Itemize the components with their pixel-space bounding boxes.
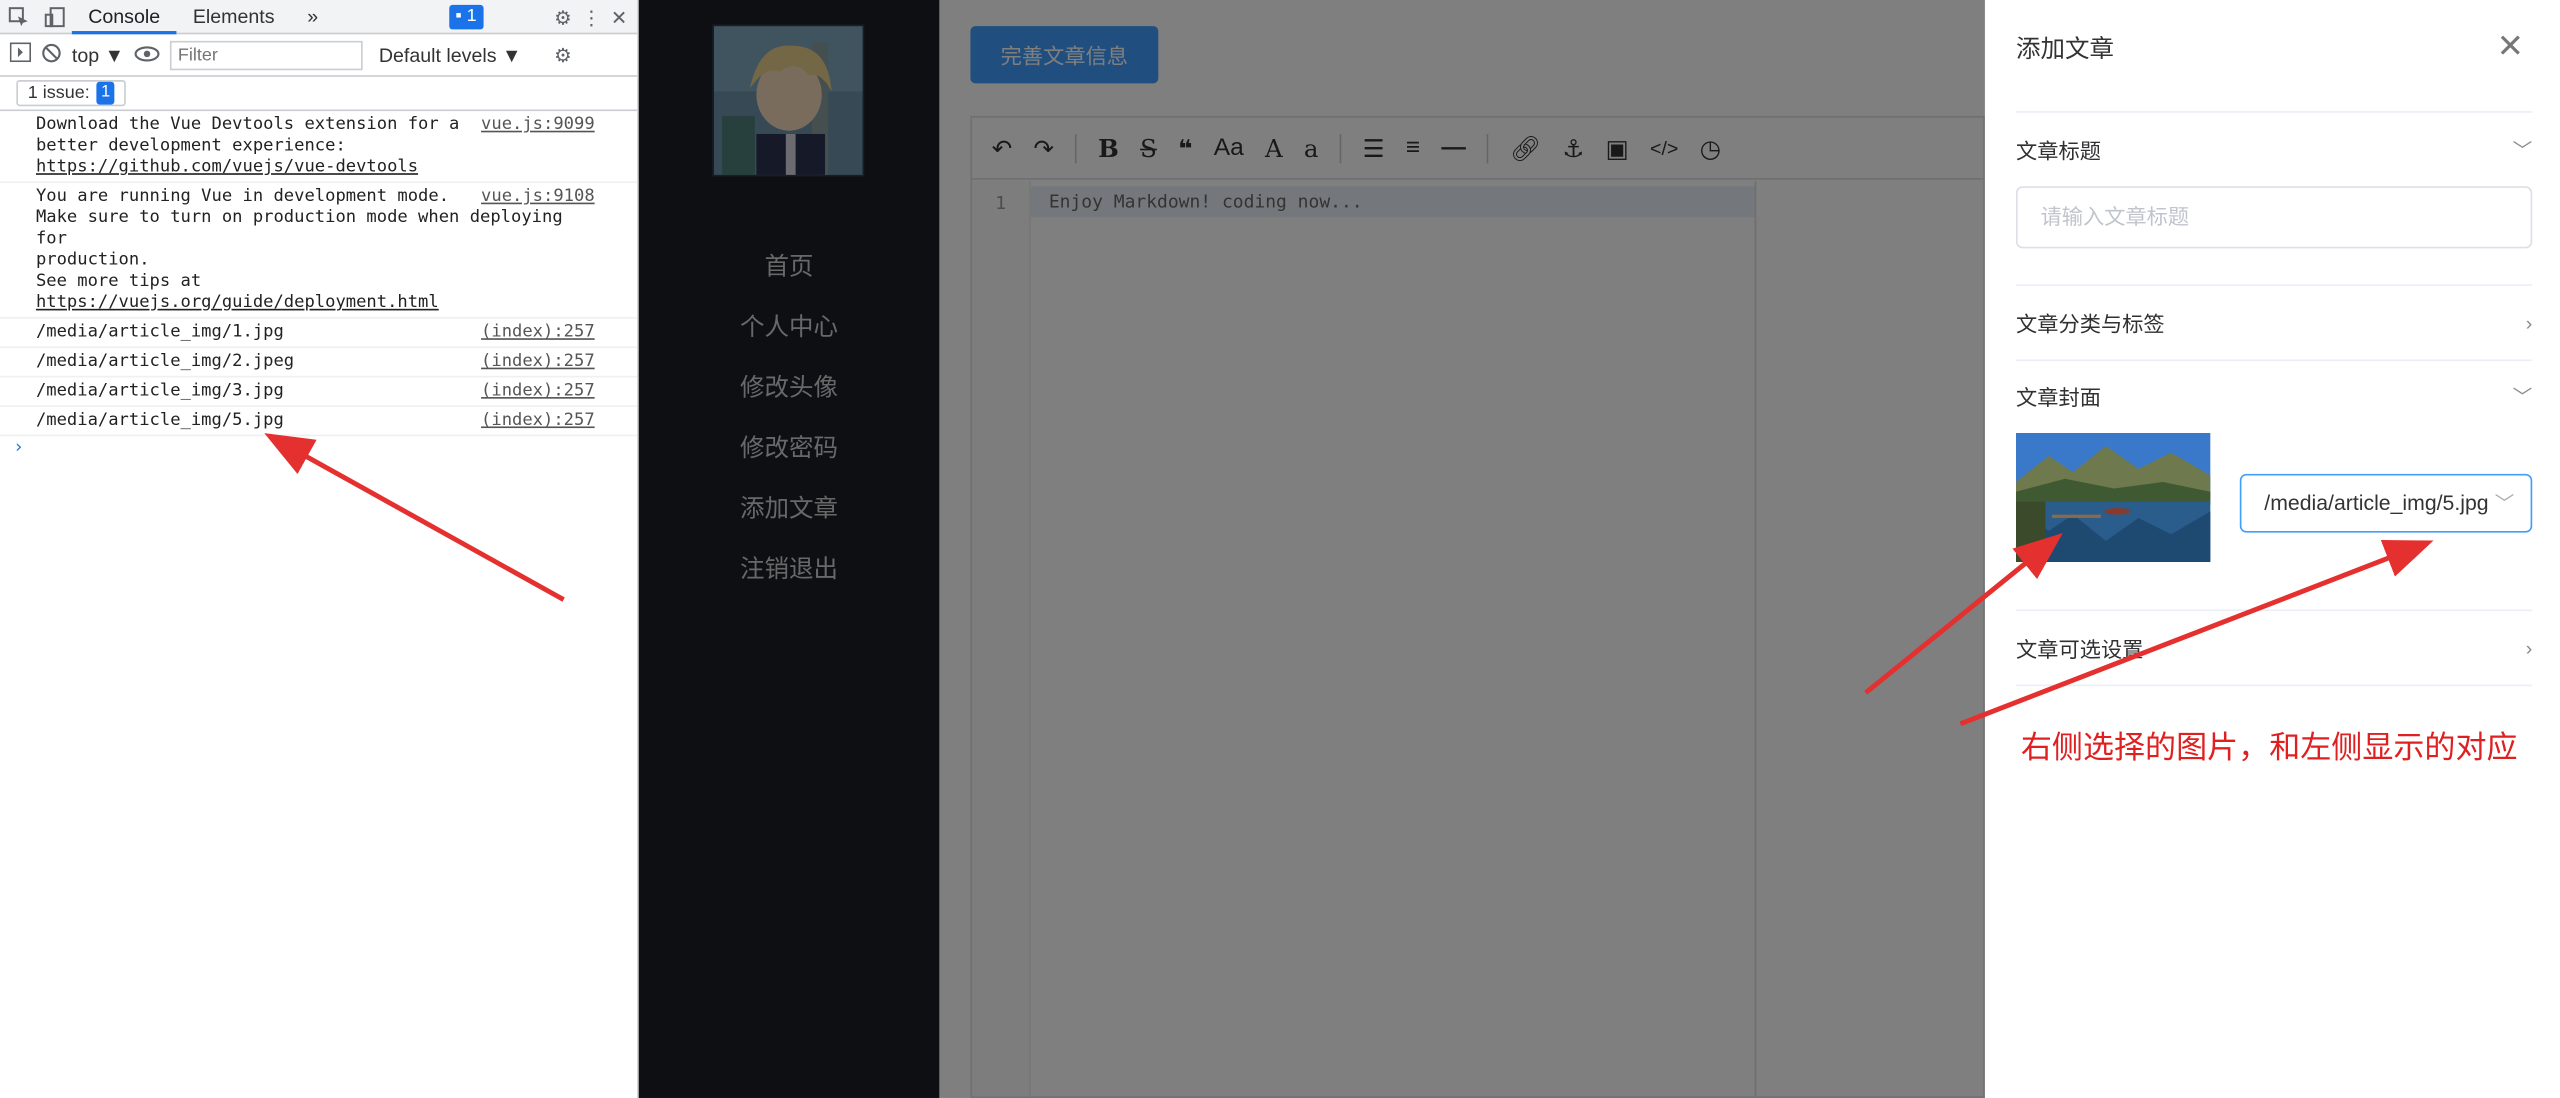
inspect-icon[interactable] <box>0 0 36 33</box>
message-icon: ▪ <box>455 5 462 26</box>
section-article-title: 文章标题 ﹀ 请输入文章标题 <box>2015 111 2533 249</box>
drawer-title: 添加文章 <box>2015 35 2115 64</box>
cover-preview-image <box>2015 432 2211 563</box>
filter-input[interactable] <box>169 40 363 70</box>
section-cover: 文章封面 ﹀ <box>2016 359 2532 433</box>
messages-count: 1 <box>466 5 477 26</box>
devtools-panel: Console Elements » ▪1 ⚙ ⋮ ✕ top ▼ Defaul… <box>0 0 639 1098</box>
sidebar-toggle-icon[interactable] <box>9 42 32 67</box>
article-title-input[interactable]: 请输入文章标题 <box>2015 186 2533 249</box>
section-header[interactable]: 文章可选设置 › <box>2016 611 2532 685</box>
settings-gear-icon[interactable]: ⚙ <box>554 6 572 29</box>
tab-elements[interactable]: Elements <box>176 0 290 33</box>
chevron-down-icon: ﹀ <box>2494 491 2515 515</box>
issues-bar: 1 issue: 1 <box>0 77 638 112</box>
message-source-link[interactable]: (index):257 <box>481 322 595 343</box>
issues-count: 1 <box>96 81 116 105</box>
message-link[interactable]: https://vuejs.org/guide/deployment.html <box>36 292 439 312</box>
message-line: See more tips at <box>35 271 202 291</box>
chevron-right-icon: › <box>2525 311 2533 335</box>
console-toolbar: top ▼ Default levels ▼ ⚙ <box>0 34 638 77</box>
eye-icon[interactable] <box>134 43 160 66</box>
tab-console[interactable]: Console <box>71 0 177 34</box>
close-icon[interactable]: ✕ <box>2497 26 2524 67</box>
section-options-label: 文章可选设置 <box>2015 637 2144 662</box>
clear-console-icon[interactable] <box>41 42 62 68</box>
levels-select[interactable]: Default levels ▼ <box>379 43 522 66</box>
section-title-label: 文章标题 <box>2015 138 2101 164</box>
console-settings-gear-icon[interactable]: ⚙ <box>554 43 572 66</box>
console-prompt[interactable]: › <box>0 436 637 457</box>
message-text: /media/article_img/2.jpeg <box>35 351 295 371</box>
annotation-note: 右侧选择的图片，和左侧显示的对应 <box>2020 731 2518 767</box>
issues-label: 1 issue: <box>27 83 90 103</box>
issues-button[interactable]: 1 issue: 1 <box>16 80 127 107</box>
cover-select-value: /media/article_img/5.jpg <box>2264 490 2489 515</box>
context-select[interactable]: top ▼ <box>72 43 124 66</box>
cover-select[interactable]: /media/article_img/5.jpg ﹀ <box>2239 473 2533 533</box>
more-tabs-icon[interactable]: » <box>291 0 335 33</box>
message-link[interactable]: https://github.com/vuejs/vue-devtools <box>36 157 418 177</box>
console-message: You are running Vue in development mode.… <box>0 183 638 319</box>
section-header[interactable]: 文章分类与标签 › <box>2016 286 2532 360</box>
device-toggle-icon[interactable] <box>36 0 72 33</box>
section-header[interactable]: 文章标题 ﹀ <box>2016 113 2532 187</box>
chevron-down-icon: ﹀ <box>2512 138 2533 162</box>
message-source-link[interactable]: vue.js:9099 <box>481 114 595 135</box>
section-category-label: 文章分类与标签 <box>2015 312 2165 337</box>
message-source-link[interactable]: (index):257 <box>481 381 595 402</box>
modal-overlay[interactable] <box>638 0 1985 1098</box>
section-options: 文章可选设置 › <box>2015 609 2533 687</box>
add-article-drawer: 添加文章 ✕ 文章标题 ﹀ 请输入文章标题 文章分类与标签 › 文章封面 ﹀ /… <box>1984 0 2560 1098</box>
messages-badge[interactable]: ▪ 1 <box>448 4 484 29</box>
kebab-menu-icon[interactable]: ⋮ <box>581 6 601 29</box>
chevron-right-icon: › <box>2525 636 2533 660</box>
message-line: production. <box>35 249 150 270</box>
console-message: /media/article_img/2.jpeg (index):257 <box>0 348 638 378</box>
message-source-link[interactable]: vue.js:9108 <box>481 186 595 207</box>
console-message: /media/article_img/1.jpg (index):257 <box>0 319 638 349</box>
chevron-down-icon: ﹀ <box>2512 385 2533 409</box>
console-message: Download the Vue Devtools extension for … <box>0 111 638 183</box>
message-line: Make sure to turn on production mode whe… <box>35 207 563 249</box>
message-source-link[interactable]: (index):257 <box>481 410 595 431</box>
close-devtools-icon[interactable]: ✕ <box>611 6 627 29</box>
devtools-tabbar: Console Elements » ▪ 1 ⚙ ⋮ ✕ <box>0 0 638 35</box>
section-header[interactable]: 文章封面 ﹀ <box>2016 359 2532 433</box>
devtools-right-controls: ⚙ ⋮ ✕ <box>554 0 627 34</box>
console-log: Download the Vue Devtools extension for … <box>0 111 638 457</box>
section-category-tags: 文章分类与标签 › <box>2015 284 2533 362</box>
section-cover-label: 文章封面 <box>2015 385 2101 411</box>
message-source-link[interactable]: (index):257 <box>481 351 595 372</box>
message-line: better development experience: <box>35 135 346 156</box>
message-text: /media/article_img/5.jpg <box>35 410 284 430</box>
message-text: /media/article_img/3.jpg <box>35 380 284 401</box>
console-message: /media/article_img/5.jpg (index):257 <box>0 407 638 437</box>
console-message: /media/article_img/3.jpg (index):257 <box>0 377 638 407</box>
message-text: /media/article_img/1.jpg <box>35 321 284 342</box>
